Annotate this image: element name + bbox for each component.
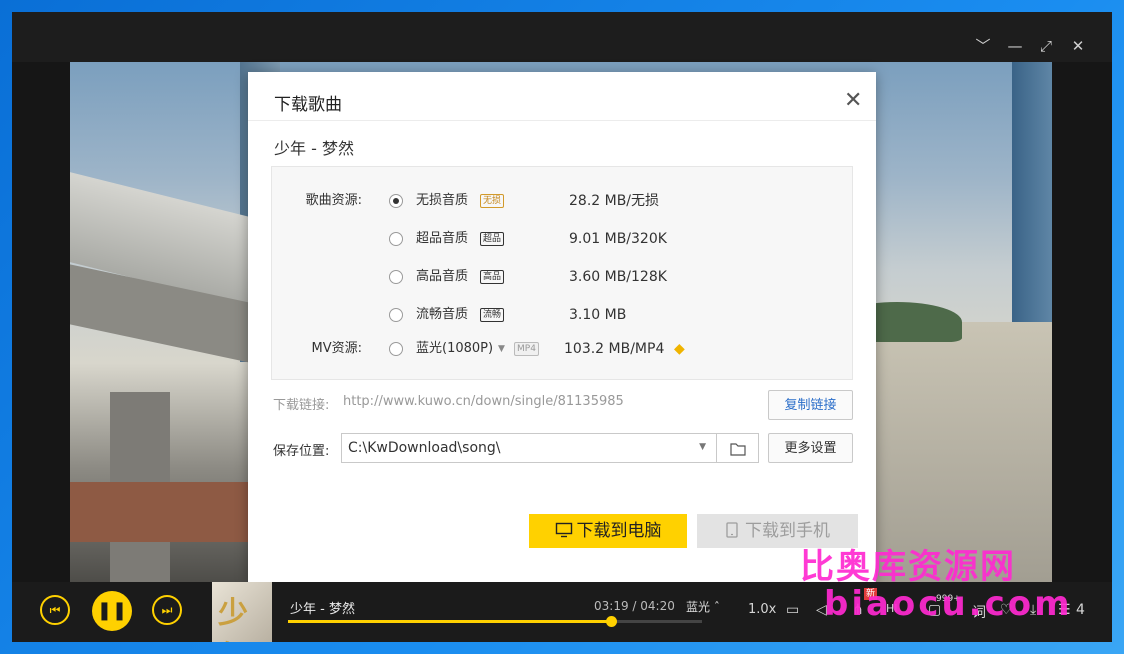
download-to-phone-button[interactable]: 下载到手机 [697, 514, 858, 548]
quality-badge: 高品 [480, 270, 505, 284]
radio-button[interactable] [389, 232, 403, 246]
mv-format-badge: MP4 [514, 342, 539, 356]
copy-link-button[interactable]: 复制链接 [768, 390, 853, 420]
pause-button[interactable]: ❚❚ [92, 591, 132, 631]
video-right-building [852, 322, 1052, 582]
download-dialog: 下载歌曲 ✕ 少年 - 梦然 歌曲资源: 无损音质 无损 28.2 MB/无损 … [248, 72, 876, 582]
video-right-tower [1012, 62, 1052, 332]
monitor-icon [555, 522, 572, 538]
download-to-pc-label: 下载到电脑 [576, 521, 662, 541]
quality-badge: 流畅 [480, 308, 505, 322]
progress-fill [288, 620, 611, 623]
quality-selector[interactable]: 蓝光 ˆ [686, 598, 720, 615]
phone-icon [726, 522, 738, 538]
mv-option-bluray[interactable]: MV资源: 蓝光(1080P) ▼ MP4 103.2 MB/MP4 ◆ [272, 338, 852, 360]
collapse-icon[interactable]: ﹀ [974, 37, 992, 55]
dialog-title: 下载歌曲 [274, 95, 342, 115]
playlist-count: 4 [1076, 602, 1085, 618]
now-playing-title[interactable]: 少年 - 梦然 [290, 598, 355, 617]
album-cover[interactable]: 少年 [212, 582, 272, 642]
quality-size: 9.01 MB/320K [569, 231, 667, 247]
close-window-icon[interactable]: ✕ [1069, 37, 1087, 55]
speed-selector[interactable]: 1.0x [748, 602, 776, 617]
mv-source-label: MV资源: [311, 341, 363, 356]
chevron-down-icon[interactable]: ▼ [699, 442, 706, 452]
quality-option-smooth[interactable]: 流畅音质 流畅 3.10 MB [272, 304, 852, 326]
progress-handle[interactable] [605, 616, 617, 627]
quality-value: 蓝光 [686, 600, 711, 614]
download-to-pc-button[interactable]: 下载到电脑 [529, 514, 687, 548]
cover-art-text: 少年 [218, 596, 248, 642]
close-icon[interactable]: ✕ [844, 90, 862, 112]
save-path-value: C:\KwDownload\song\ [348, 440, 501, 456]
quality-option-lossless[interactable]: 歌曲资源: 无损音质 无损 28.2 MB/无损 [272, 190, 852, 212]
quality-badge: 超品 [480, 232, 505, 246]
progress-bar[interactable] [288, 616, 702, 627]
repeat-icon[interactable]: ▭ [786, 602, 799, 618]
quality-option-high[interactable]: 高品音质 高品 3.60 MB/128K [272, 266, 852, 288]
diamond-icon: ◆ [674, 341, 685, 357]
minimize-icon[interactable]: — [1006, 37, 1024, 55]
download-to-phone-label: 下载到手机 [745, 521, 830, 541]
radio-button[interactable] [389, 270, 403, 284]
sources-panel: 歌曲资源: 无损音质 无损 28.2 MB/无损 超品音质 超品 9.01 MB… [271, 166, 853, 380]
quality-name: 超品音质 [416, 231, 469, 246]
browse-folder-button[interactable] [717, 433, 759, 463]
radio-button[interactable] [389, 194, 403, 208]
song-title: 少年 - 梦然 [274, 139, 354, 158]
mv-quality-name: 蓝光(1080P) [416, 341, 494, 356]
quality-size: 28.2 MB/无损 [569, 193, 660, 209]
previous-icon[interactable]: ⏮ [40, 595, 70, 625]
watermark-text: 比奥库资源网 [800, 547, 1016, 587]
song-source-label: 歌曲资源: [305, 193, 362, 208]
more-settings-button[interactable]: 更多设置 [768, 433, 853, 463]
watermark-url: biaocu.com [824, 584, 1073, 624]
download-link-label: 下载链接: [273, 398, 330, 413]
mv-size: 103.2 MB/MP4 [564, 341, 665, 357]
title-bar: ﹀ — ⤢ ✕ [12, 12, 1112, 62]
next-icon[interactable]: ⏭ [152, 595, 182, 625]
quality-size: 3.10 MB [569, 307, 627, 323]
dialog-divider [248, 120, 876, 121]
quality-name: 流畅音质 [416, 307, 469, 322]
quality-option-super[interactable]: 超品音质 超品 9.01 MB/320K [272, 228, 852, 250]
quality-badge: 无损 [480, 194, 505, 208]
download-link-url: http://www.kuwo.cn/down/single/81135985 [343, 394, 624, 409]
chevron-down-icon[interactable]: ▼ [498, 338, 505, 360]
radio-button[interactable] [389, 308, 403, 322]
fullscreen-icon[interactable]: ⤢ [1037, 37, 1055, 55]
radio-button[interactable] [389, 342, 403, 356]
quality-size: 3.60 MB/128K [569, 269, 667, 285]
quality-name: 无损音质 [416, 193, 469, 208]
save-location-label: 保存位置: [273, 444, 330, 459]
save-path-field[interactable]: C:\KwDownload\song\ ▼ [341, 433, 717, 463]
folder-icon [730, 443, 746, 456]
time-display: 03:19 / 04:20 [594, 599, 675, 613]
video-roof [70, 482, 250, 542]
quality-name: 高品音质 [416, 269, 469, 284]
